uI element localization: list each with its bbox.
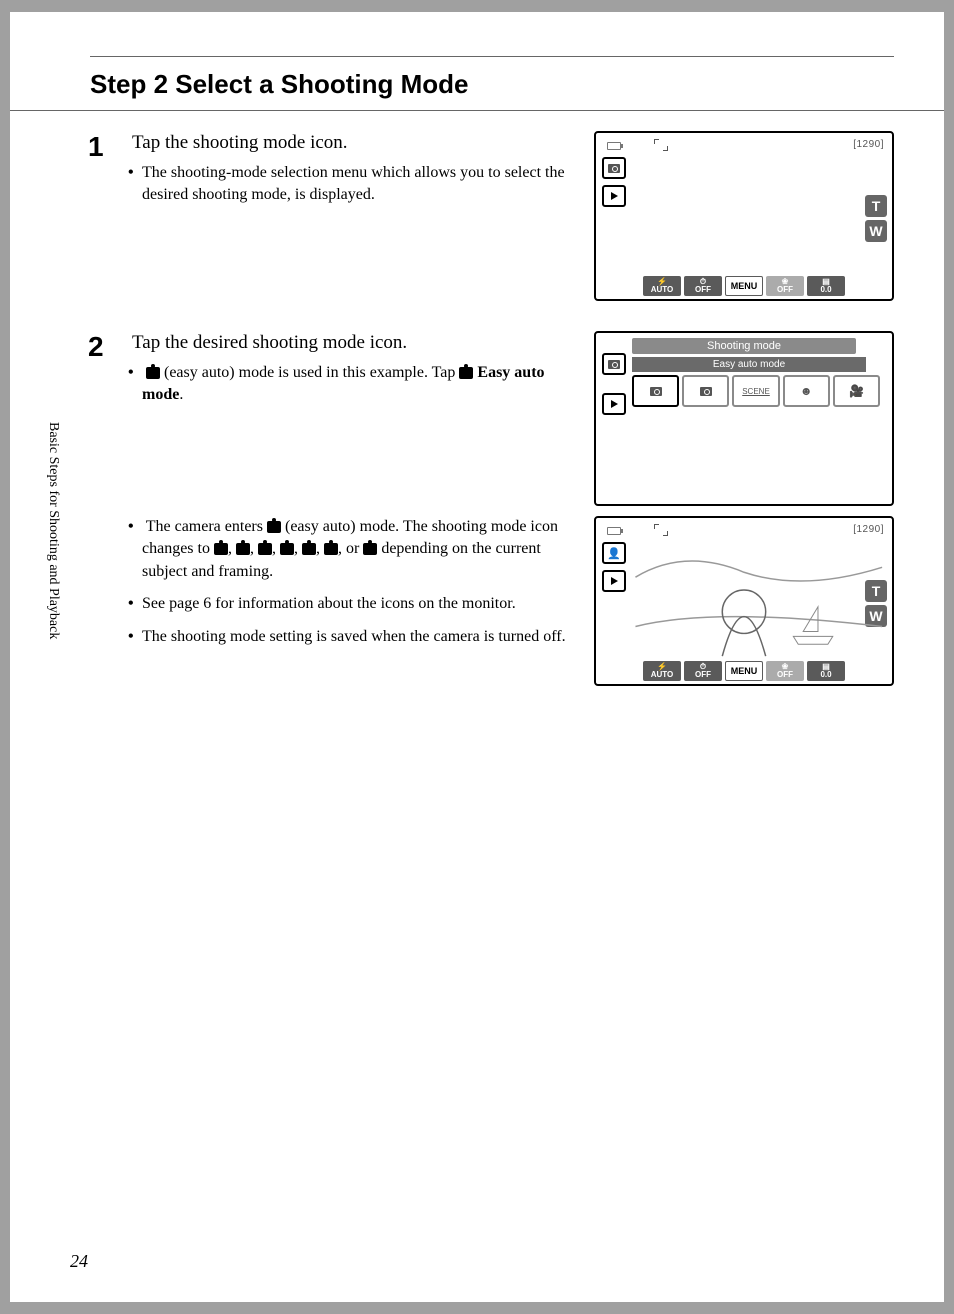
zoom-out-button[interactable]: W	[865, 605, 887, 627]
zoom-control[interactable]: T W	[865, 580, 887, 630]
shooting-mode-button[interactable]	[602, 157, 626, 179]
shooting-mode-sub-label: Easy auto mode	[632, 357, 866, 372]
step-2-bullet-1: (easy auto) mode is used in this example…	[142, 362, 574, 407]
scene-variant-icon	[258, 543, 272, 555]
camera-icon	[608, 164, 620, 173]
shots-remaining: [1290]	[853, 139, 884, 150]
movie-icon: 🎥	[849, 384, 864, 398]
easy-auto-camera-icon	[267, 521, 281, 533]
step-1-number: 1	[88, 131, 104, 163]
zoom-in-button[interactable]: T	[865, 580, 887, 602]
header-rule	[90, 12, 894, 57]
shooting-mode-options: SCENE ☻ 🎥	[632, 375, 880, 407]
step-1-bullet-1: The shooting-mode selection menu which a…	[142, 162, 574, 207]
portrait-scene-icon: 👤	[607, 547, 621, 560]
step-2-cont: The camera enters (easy auto) mode. The …	[90, 516, 894, 686]
flash-button[interactable]: ⚡AUTO	[643, 276, 681, 296]
page-title: Step 2 Select a Shooting Mode	[90, 69, 944, 100]
step-2-number: 2	[88, 331, 104, 363]
title-bar: Step 2 Select a Shooting Mode	[10, 57, 944, 111]
camera-screen-2: Shooting mode Easy auto mode SCENE ☻ 🎥	[594, 331, 894, 506]
mode-option-smart-portrait[interactable]: ☻	[783, 375, 830, 407]
scene-variant-icon	[236, 543, 250, 555]
af-area-icon	[654, 139, 668, 151]
camera-screen-3: [1290] 👤 T W ⚡AUTO ⏱OFF	[594, 516, 894, 686]
section-side-tab: Basic Steps for Shooting and Playback	[45, 422, 61, 639]
easy-auto-camera-icon	[146, 367, 160, 379]
bottom-toolbar: ⚡AUTO ⏱OFF MENU ❀OFF ▤0.0	[596, 659, 892, 684]
scene-variant-icon	[280, 543, 294, 555]
play-icon	[611, 192, 618, 200]
step-2-heading: Tap the desired shooting mode icon.	[132, 331, 574, 356]
exposure-comp-button[interactable]: ▤0.0	[807, 661, 845, 681]
manual-page: Step 2 Select a Shooting Mode 1 Tap the …	[10, 12, 944, 1302]
playback-mode-button[interactable]	[602, 393, 626, 415]
exposure-comp-button[interactable]: ▤0.0	[807, 276, 845, 296]
zoom-in-button[interactable]: T	[865, 195, 887, 217]
scene-variant-icon	[324, 543, 338, 555]
page-number: 24	[70, 1251, 88, 1272]
shots-remaining: [1290]	[853, 524, 884, 535]
mode-option-movie[interactable]: 🎥	[833, 375, 880, 407]
menu-button[interactable]: MENU	[725, 661, 763, 681]
play-icon	[611, 400, 618, 408]
playback-mode-button[interactable]	[602, 185, 626, 207]
mode-option-scene[interactable]: SCENE	[732, 375, 779, 407]
smart-portrait-icon: ☻	[800, 384, 813, 398]
auto-icon	[700, 387, 712, 396]
playback-mode-button[interactable]	[602, 570, 626, 592]
camera-icon	[608, 360, 620, 369]
step-2-bullet-4: The shooting mode setting is saved when …	[142, 626, 574, 648]
mode-option-auto[interactable]	[682, 375, 729, 407]
menu-button[interactable]: MENU	[725, 276, 763, 296]
shooting-mode-header: Shooting mode	[632, 338, 856, 354]
scene-variant-icon	[302, 543, 316, 555]
easy-auto-camera-icon	[459, 367, 473, 379]
battery-icon	[607, 527, 621, 535]
flash-button[interactable]: ⚡AUTO	[643, 661, 681, 681]
self-timer-button[interactable]: ⏱OFF	[684, 276, 722, 296]
step-2-bullet-2: The camera enters (easy auto) mode. The …	[142, 516, 574, 583]
shooting-mode-button[interactable]: 👤	[602, 542, 626, 564]
scene-variant-icon	[214, 543, 228, 555]
macro-button[interactable]: ❀OFF	[766, 661, 804, 681]
macro-button[interactable]: ❀OFF	[766, 276, 804, 296]
bottom-toolbar: ⚡AUTO ⏱OFF MENU ❀OFF ▤0.0	[596, 274, 892, 299]
shooting-mode-button[interactable]	[602, 353, 626, 375]
af-area-icon	[654, 524, 668, 536]
step-1-heading: Tap the shooting mode icon.	[132, 131, 574, 156]
scene-variant-icon	[363, 543, 377, 555]
zoom-out-button[interactable]: W	[865, 220, 887, 242]
zoom-control[interactable]: T W	[865, 195, 887, 245]
battery-icon	[607, 142, 621, 150]
step-2-bullet-3: See page 6 for information about the ico…	[142, 593, 574, 615]
scene-icon: SCENE	[742, 387, 770, 396]
play-icon	[611, 577, 618, 585]
self-timer-button[interactable]: ⏱OFF	[684, 661, 722, 681]
step-2: 2 Tap the desired shooting mode icon. (e…	[90, 331, 894, 506]
mode-option-easy-auto[interactable]	[632, 375, 679, 407]
camera-screen-1: [1290] T W ⚡AUTO ⏱OFF MENU ❀OFF ▤0.0	[594, 131, 894, 301]
easy-auto-icon	[650, 387, 662, 396]
step-1: 1 Tap the shooting mode icon. The shooti…	[90, 131, 894, 301]
